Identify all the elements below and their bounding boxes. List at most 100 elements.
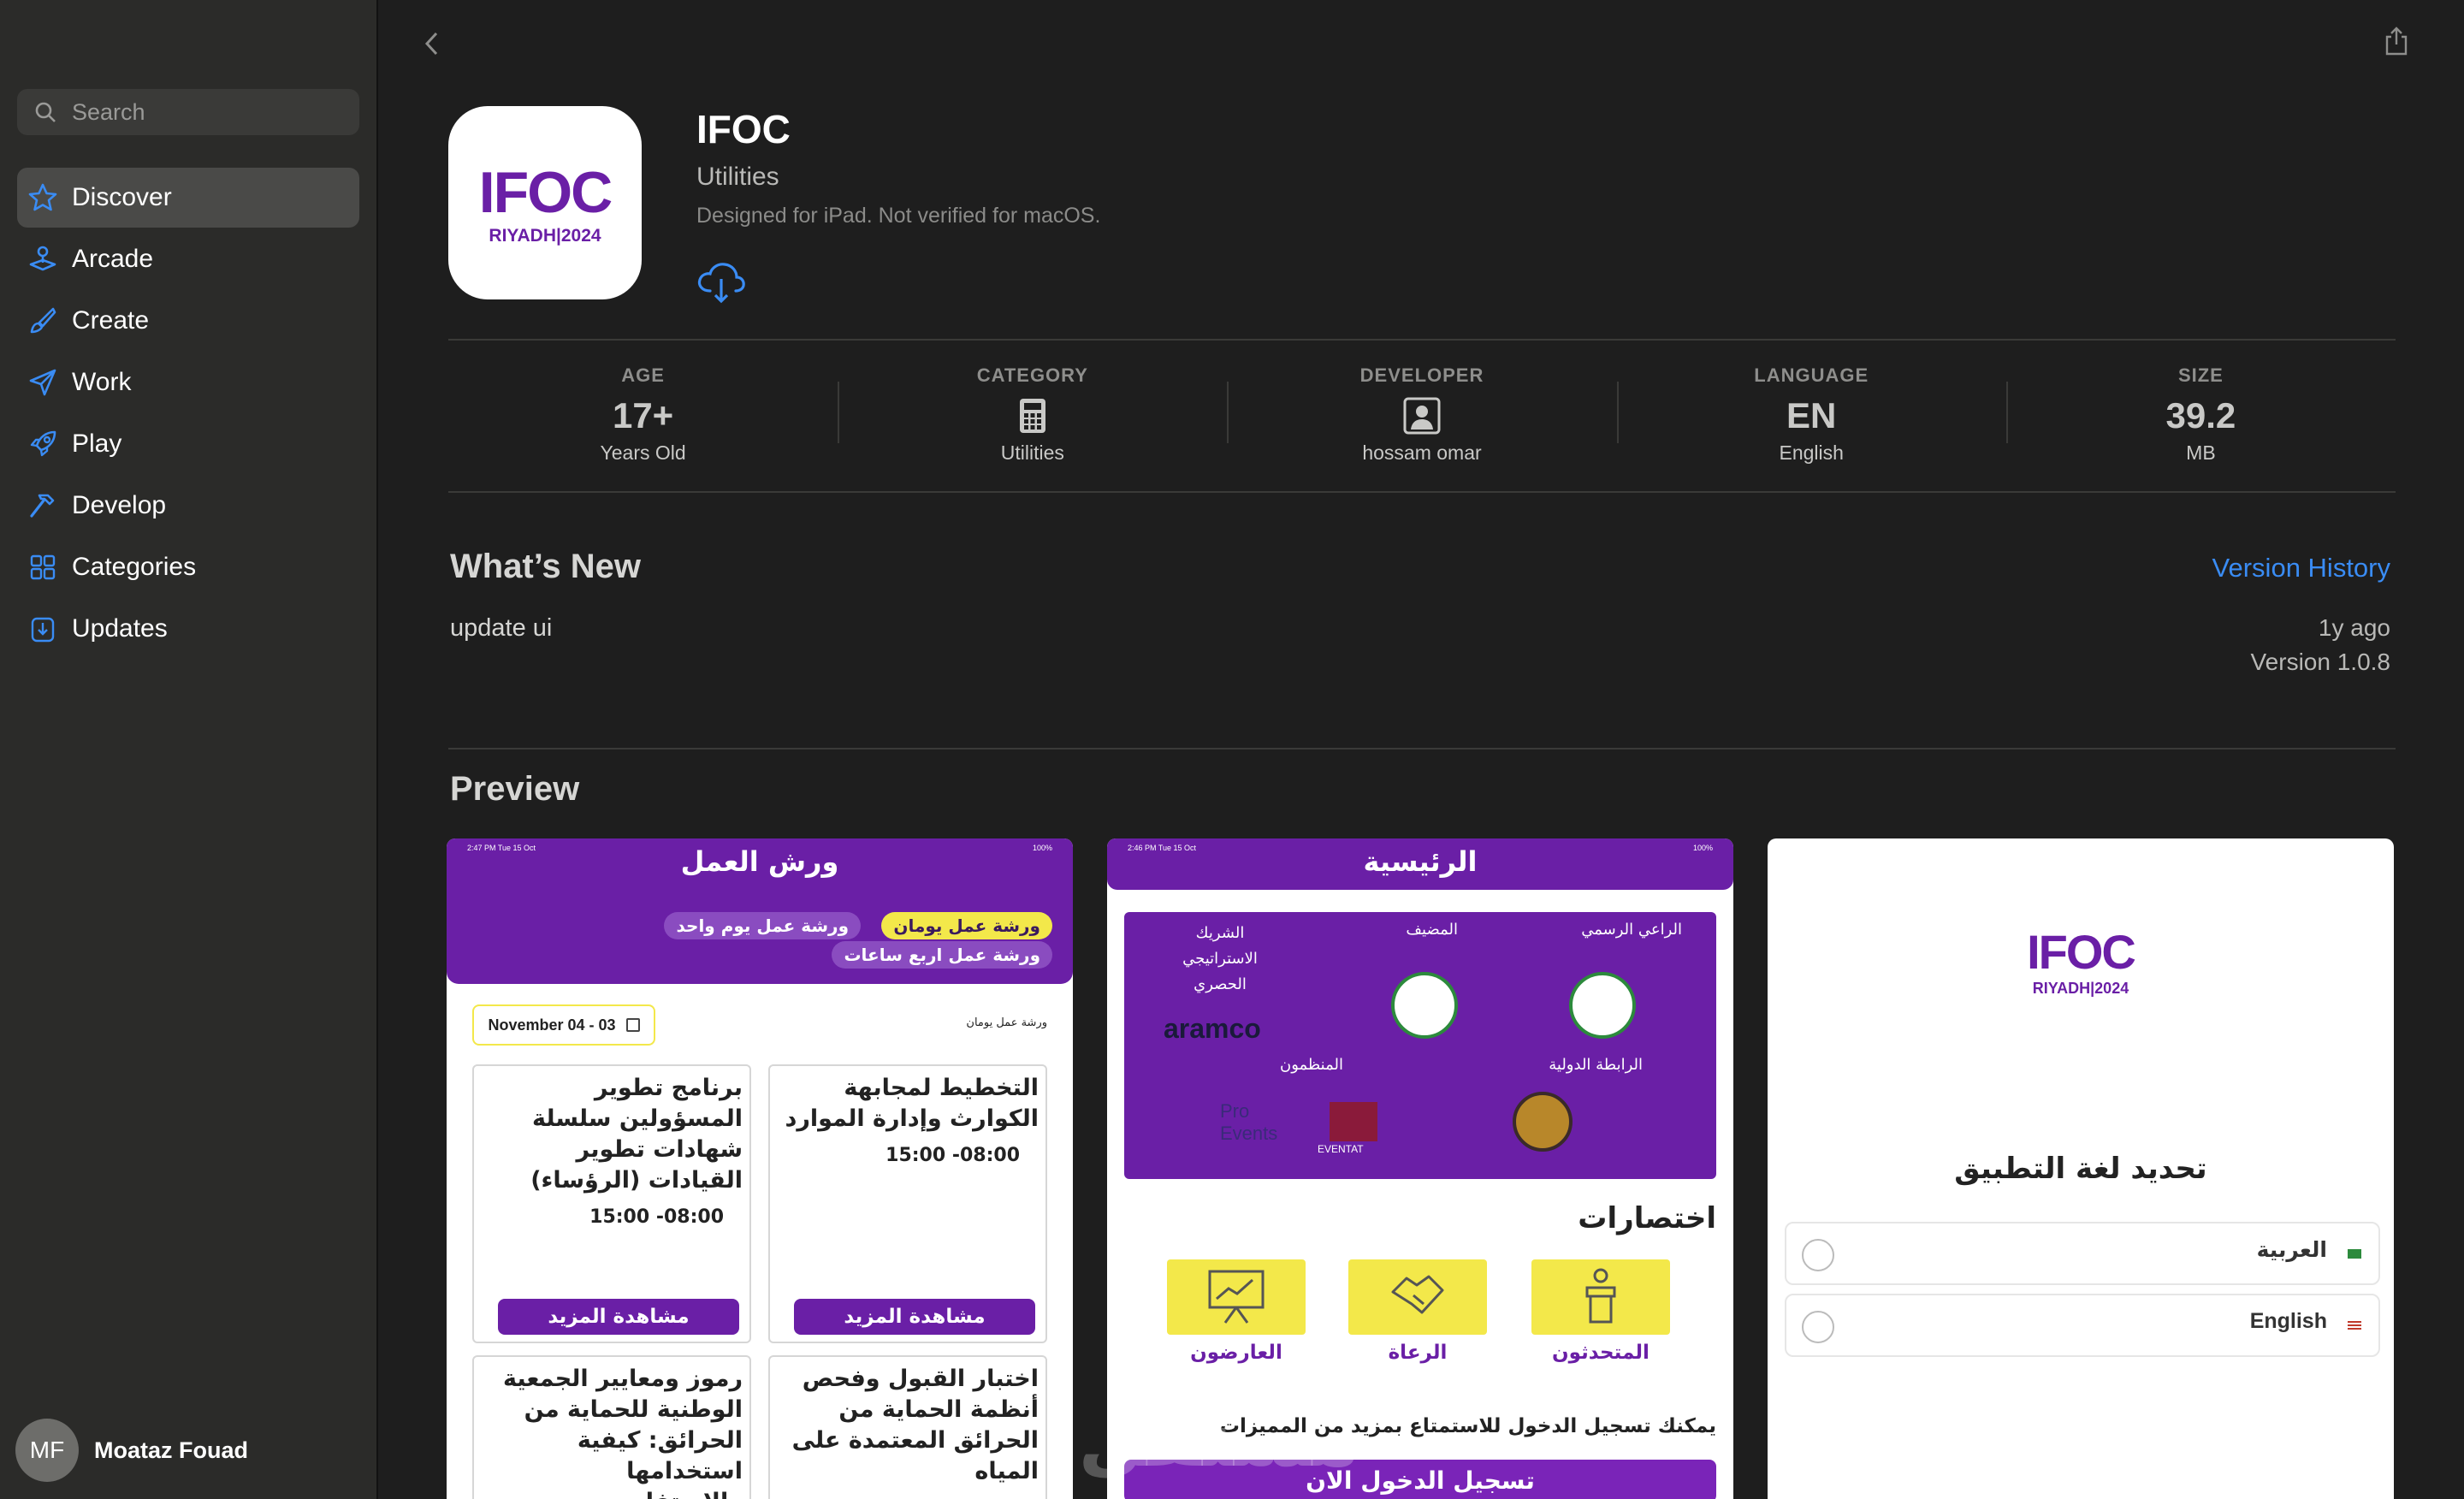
- app-title: IFOC: [696, 107, 791, 151]
- app-compatibility-note: Designed for iPad. Not verified for macO…: [696, 204, 1101, 228]
- presentation-chart-icon: [1208, 1270, 1265, 1324]
- sidebar-item-label: Create: [72, 306, 150, 335]
- eventat-logo: [1330, 1102, 1377, 1141]
- radio-button[interactable]: [1802, 1239, 1834, 1271]
- info-language-sub: English: [1779, 441, 1844, 464]
- preview-screenshot-3[interactable]: IFOC RIYADH|2024 تحديد لغة التطبيق العرب…: [1768, 838, 2394, 1499]
- aramco-logo: aramco: [1164, 1013, 1261, 1044]
- us-flag-icon: [2348, 1321, 2361, 1330]
- workshop-card[interactable]: اختبار القبول وفحص أنظمة الحماية من الحر…: [768, 1355, 1047, 1499]
- divider: [448, 748, 2396, 750]
- language-label: العربية: [2256, 1237, 2327, 1262]
- sidebar-item-label: Work: [72, 368, 132, 396]
- hammer-icon: [26, 489, 60, 523]
- sidebar-item-label: Updates: [72, 614, 168, 643]
- logo-text: IFOC: [2027, 925, 2136, 979]
- info-size: SIZE 39.2 MB: [2005, 342, 2396, 489]
- emblem-logo: [1569, 972, 1636, 1039]
- view-more-button[interactable]: مشاهدة المزيد: [794, 1299, 1035, 1335]
- cloud-download-icon[interactable]: [695, 258, 748, 306]
- workshop-title: اختبار القبول وفحص أنظمة الحماية من الحر…: [791, 1366, 1039, 1484]
- sponsor-label: المنظمون: [1279, 1056, 1343, 1074]
- app-category[interactable]: Utilities: [696, 163, 779, 192]
- download-icon: [26, 612, 60, 646]
- shortcut-label: الرعاة: [1388, 1342, 1448, 1364]
- app-icon: IFOC RIYADH|2024: [448, 106, 642, 299]
- sidebar-item-label: Categories: [72, 553, 197, 581]
- workshops-header: 2:47 PM Tue 15 Oct 100% ورش العمل ورشة ع…: [447, 838, 1073, 984]
- language-option-arabic[interactable]: العربية: [1785, 1222, 2380, 1285]
- radio-button[interactable]: [1802, 1311, 1834, 1343]
- user-account[interactable]: MF Moataz Fouad: [15, 1419, 248, 1482]
- info-size-sub: MB: [2186, 441, 2216, 464]
- logo-subtitle: RIYADH|2024: [2032, 980, 2129, 997]
- preview-screenshot-1[interactable]: 2:47 PM Tue 15 Oct 100% ورش العمل ورشة ع…: [447, 838, 1073, 1499]
- chip-two-day[interactable]: ورشة عمل يومان: [881, 912, 1052, 939]
- association-logo: [1513, 1092, 1573, 1152]
- search-field[interactable]: Search: [17, 89, 359, 135]
- info-developer[interactable]: DEVELOPER hossam omar: [1227, 342, 1616, 489]
- sponsor-label: الشريك الاستراتيجي الحصري: [1182, 924, 1258, 993]
- sidebar-item-work[interactable]: Work: [17, 353, 359, 412]
- sidebar-item-label: Play: [72, 430, 122, 458]
- sidebar: Search Discover Arcade Create Work Play …: [0, 0, 378, 1499]
- info-category-sub: Utilities: [1000, 441, 1064, 464]
- workshop-title: رموز ومعايير الجمعية الوطنية للحماية من …: [503, 1366, 743, 1499]
- date-pill[interactable]: November 04 - 03: [472, 1004, 655, 1046]
- sidebar-item-discover[interactable]: Discover: [17, 168, 359, 228]
- version-history-link[interactable]: Version History: [2212, 553, 2390, 584]
- date-range: November 04 - 03: [488, 1016, 616, 1034]
- star-icon: [26, 181, 60, 215]
- shortcut-label: المتحدثون: [1552, 1342, 1650, 1364]
- workshop-card[interactable]: التخطيط لمجابهة الكوارث وإدارة الموارد 0…: [768, 1064, 1047, 1343]
- workshop-card[interactable]: برنامج تطوير المسؤولين سلسلة شهادات تطوي…: [472, 1064, 751, 1343]
- grid-icon: [26, 550, 60, 584]
- chip-four-hours[interactable]: ورشة عمل اربع ساعات: [832, 941, 1052, 969]
- workshop-title: برنامج تطوير المسؤولين سلسلة شهادات تطوي…: [530, 1075, 743, 1194]
- release-age: 1y ago: [2318, 614, 2390, 641]
- app-logo: IFOC RIYADH|2024: [1768, 924, 2394, 998]
- workshop-time: 08:00- 15:00: [886, 1145, 1020, 1166]
- info-age-sub: Years Old: [600, 441, 686, 464]
- sidebar-item-arcade[interactable]: Arcade: [17, 229, 359, 289]
- info-category[interactable]: CATEGORY Utilities: [838, 342, 1227, 489]
- emblem-logo: [1391, 972, 1458, 1039]
- language-option-english[interactable]: English: [1785, 1294, 2380, 1357]
- sponsor-label: الرابطة الدولية: [1549, 1056, 1643, 1074]
- view-more-button[interactable]: مشاهدة المزيد: [498, 1299, 739, 1335]
- app-info-strip: AGE 17+ Years Old CATEGORY Utilities DEV…: [448, 342, 2396, 489]
- preview-heading: Preview: [450, 770, 580, 808]
- person-icon: [1227, 394, 1616, 438]
- brush-icon: [26, 304, 60, 338]
- info-age-label: AGE: [621, 364, 665, 386]
- sidebar-item-create[interactable]: Create: [17, 291, 359, 351]
- info-age-value: 17+: [612, 395, 674, 435]
- release-notes: update ui: [450, 614, 553, 642]
- shortcut-sponsors[interactable]: [1348, 1259, 1487, 1335]
- chip-one-day[interactable]: ورشة عمل يوم واحد: [664, 912, 861, 939]
- sponsor-label: المضيف: [1406, 921, 1458, 939]
- sidebar-item-play[interactable]: Play: [17, 414, 359, 474]
- sidebar-item-develop[interactable]: Develop: [17, 476, 359, 536]
- release-version: Version 1.0.8: [2250, 649, 2390, 675]
- info-size-value: 39.2: [2165, 395, 2236, 435]
- sidebar-item-categories[interactable]: Categories: [17, 537, 359, 597]
- whats-new-heading: What’s New: [450, 548, 641, 585]
- podium-icon: [1585, 1268, 1616, 1324]
- watermark: مستقل: [1078, 1395, 1360, 1484]
- share-icon[interactable]: [2384, 26, 2409, 56]
- workshop-card[interactable]: رموز ومعايير الجمعية الوطنية للحماية من …: [472, 1355, 751, 1499]
- eventat-label: EVENTAT: [1318, 1143, 1364, 1155]
- sidebar-item-updates[interactable]: Updates: [17, 599, 359, 659]
- info-developer-sub: hossam omar: [1362, 441, 1482, 464]
- joystick-icon: [26, 242, 60, 276]
- home-header: 2:46 PM Tue 15 Oct 100% الرئيسية: [1107, 838, 1733, 890]
- search-placeholder: Search: [72, 98, 145, 125]
- info-size-label: SIZE: [2177, 364, 2224, 386]
- back-chevron-icon[interactable]: [419, 29, 445, 58]
- shortcut-label: العارضون: [1190, 1342, 1282, 1364]
- handshake-icon: [1391, 1275, 1444, 1314]
- shortcut-exhibitors[interactable]: [1167, 1259, 1306, 1335]
- shortcut-speakers[interactable]: [1531, 1259, 1670, 1335]
- info-language: LANGUAGE EN English: [1616, 342, 2006, 489]
